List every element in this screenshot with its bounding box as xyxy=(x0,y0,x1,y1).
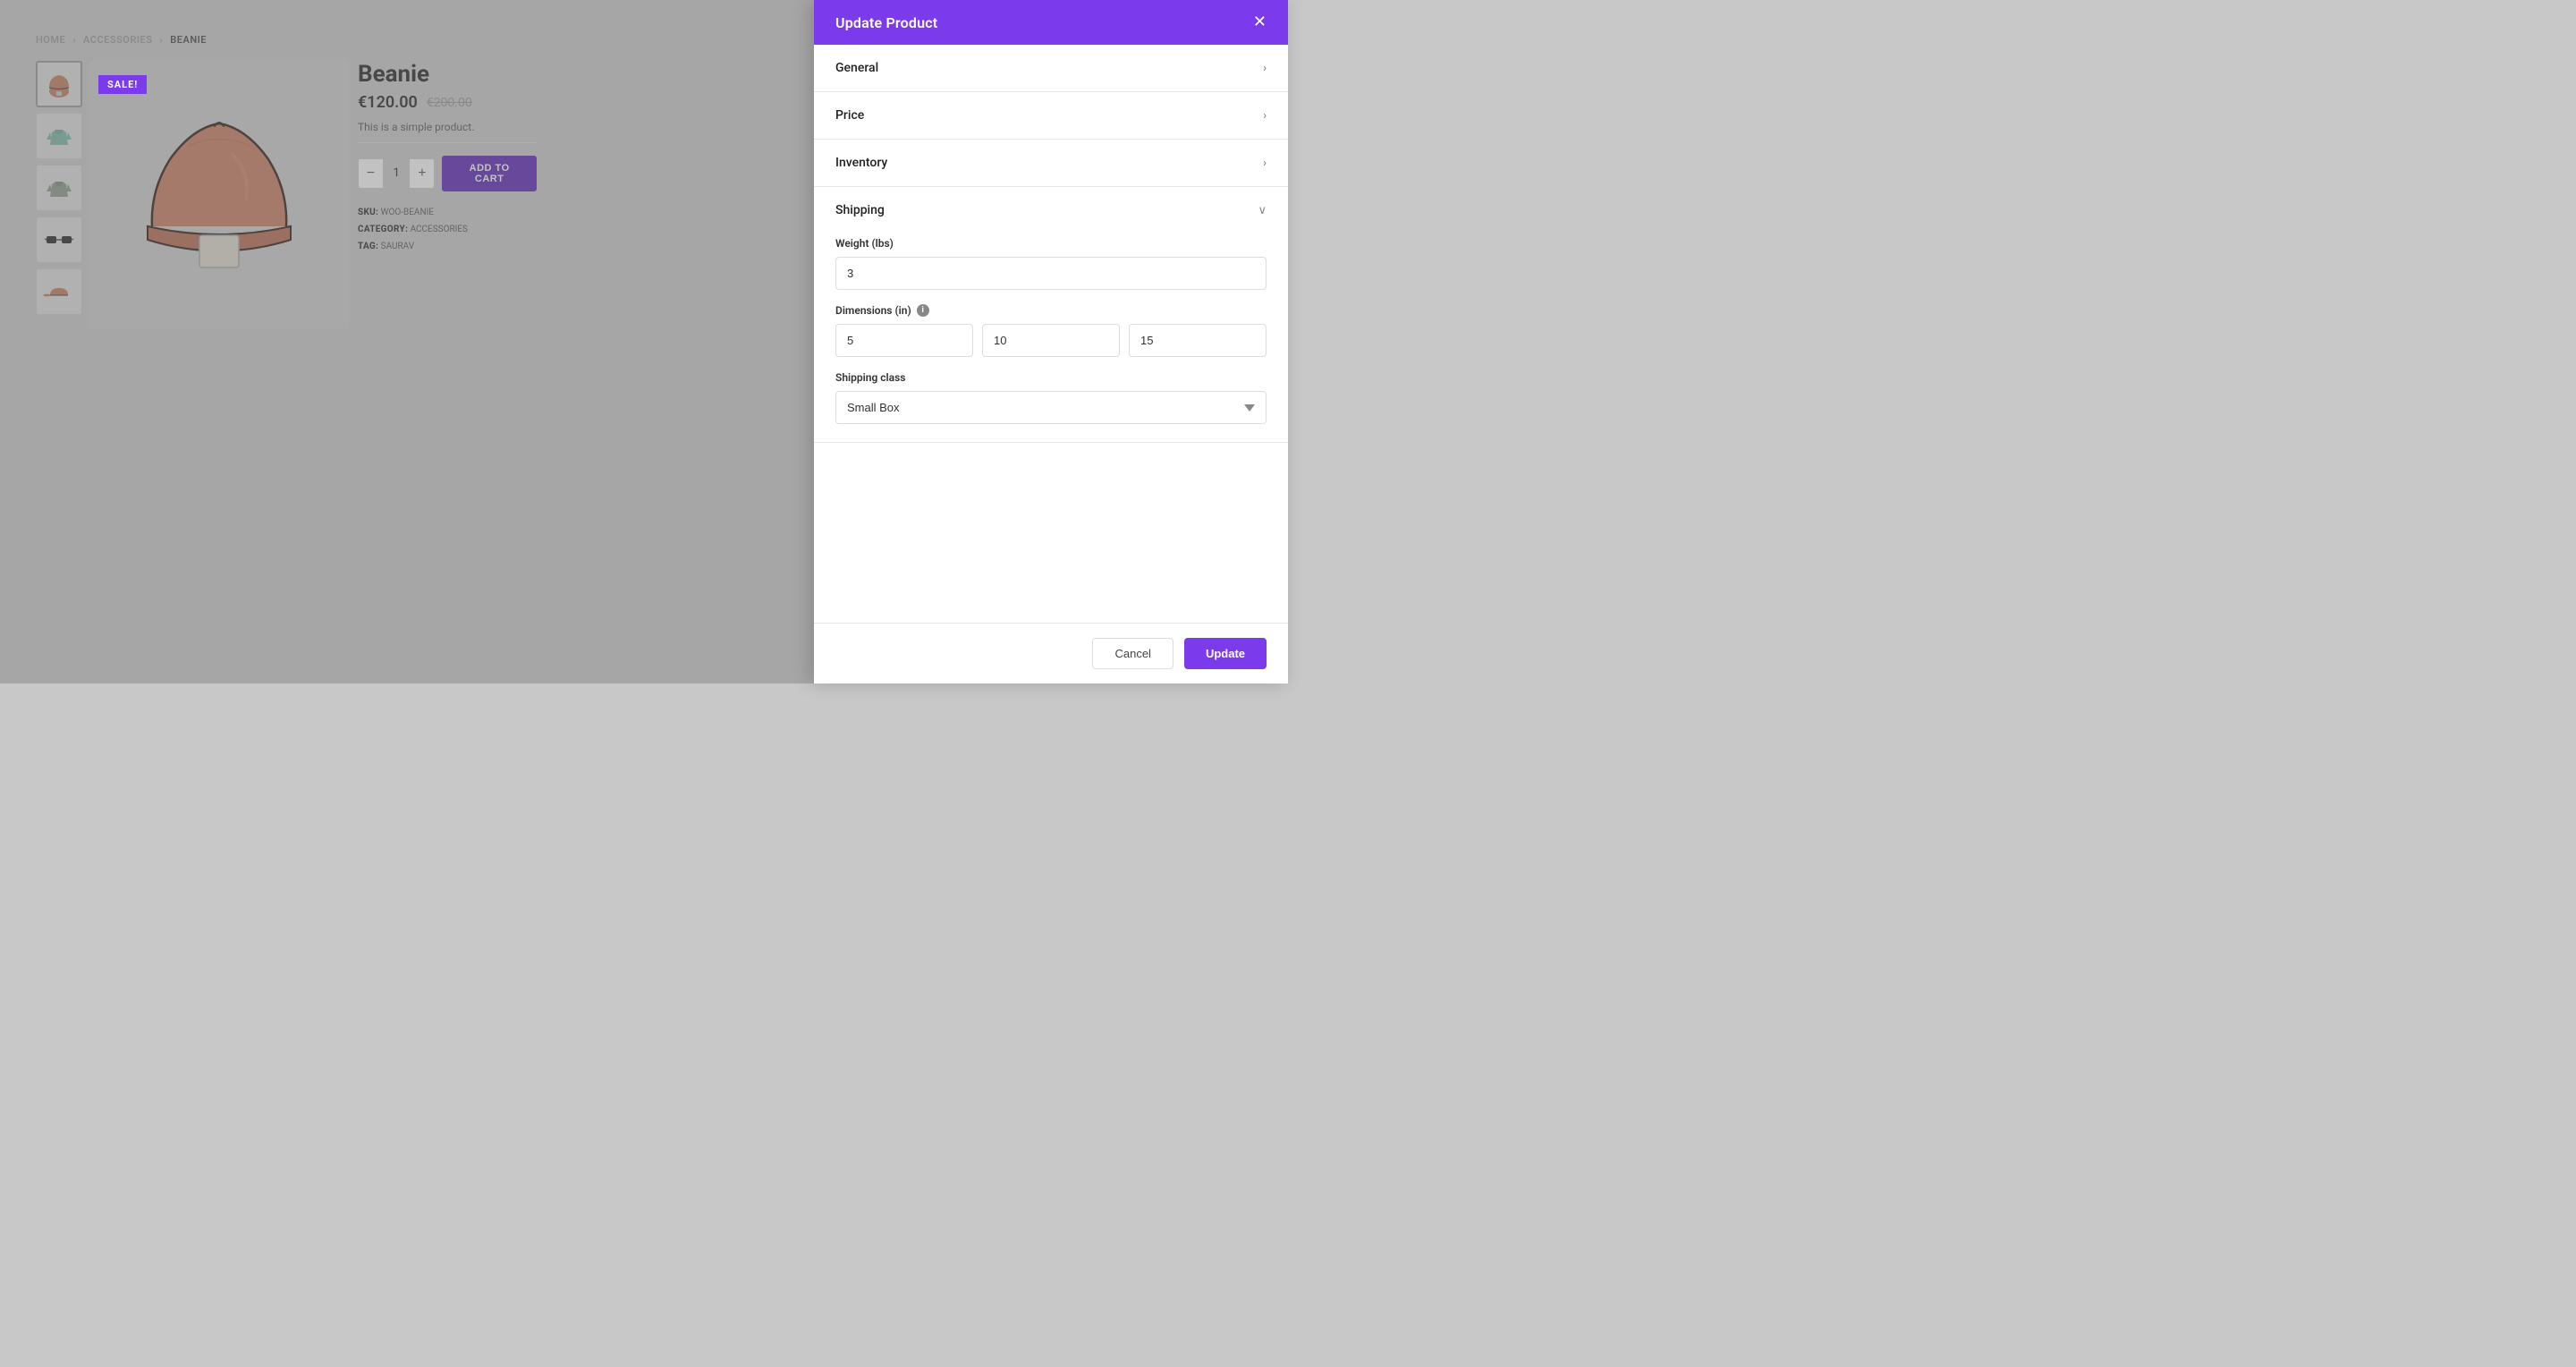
accordion-general-header[interactable]: General › xyxy=(814,45,1288,91)
dimensions-label: Dimensions (in) i xyxy=(835,304,1267,317)
close-icon[interactable]: ✕ xyxy=(1253,14,1267,30)
chevron-right-icon: › xyxy=(1263,62,1267,75)
weight-label: Weight (lbs) xyxy=(835,237,1267,250)
accordion-shipping-header[interactable]: Shipping ∨ xyxy=(814,187,1288,233)
chevron-right-icon-3: › xyxy=(1263,157,1267,170)
weight-input[interactable] xyxy=(835,257,1267,290)
accordion-price: Price › xyxy=(814,92,1288,140)
accordion-inventory-header[interactable]: Inventory › xyxy=(814,140,1288,186)
accordion-general-label: General xyxy=(835,61,878,75)
accordion-inventory: Inventory › xyxy=(814,140,1288,187)
accordion-inventory-label: Inventory xyxy=(835,156,887,170)
dimension-length-input[interactable] xyxy=(835,324,973,357)
drawer-header: Update Product ✕ xyxy=(814,0,1288,45)
shipping-class-label: Shipping class xyxy=(835,371,1267,384)
shipping-fields: Weight (lbs) Dimensions (in) i Shipping … xyxy=(814,233,1288,442)
accordion-shipping: Shipping ∨ Weight (lbs) Dimensions (in) … xyxy=(814,187,1288,443)
accordion-price-label: Price xyxy=(835,108,864,123)
cancel-button[interactable]: Cancel xyxy=(1092,638,1173,669)
dimensions-inputs xyxy=(835,324,1267,357)
update-button[interactable]: Update xyxy=(1184,638,1267,669)
accordion-shipping-label: Shipping xyxy=(835,203,885,217)
dimension-width-input[interactable] xyxy=(982,324,1120,357)
accordion-general: General › xyxy=(814,45,1288,92)
drawer-footer: Cancel Update xyxy=(814,623,1288,684)
accordion-price-header[interactable]: Price › xyxy=(814,92,1288,139)
sale-badge: SALE! xyxy=(98,75,147,94)
dimension-height-input[interactable] xyxy=(1129,324,1267,357)
shipping-class-select[interactable]: Small Box Medium Box Large Box Free Ship… xyxy=(835,391,1267,424)
update-product-drawer: Update Product ✕ General › Price › Inven… xyxy=(814,0,1288,684)
drawer-title: Update Product xyxy=(835,14,937,31)
info-icon: i xyxy=(917,304,929,317)
chevron-right-icon-2: › xyxy=(1263,109,1267,123)
chevron-down-icon: ∨ xyxy=(1258,204,1267,217)
